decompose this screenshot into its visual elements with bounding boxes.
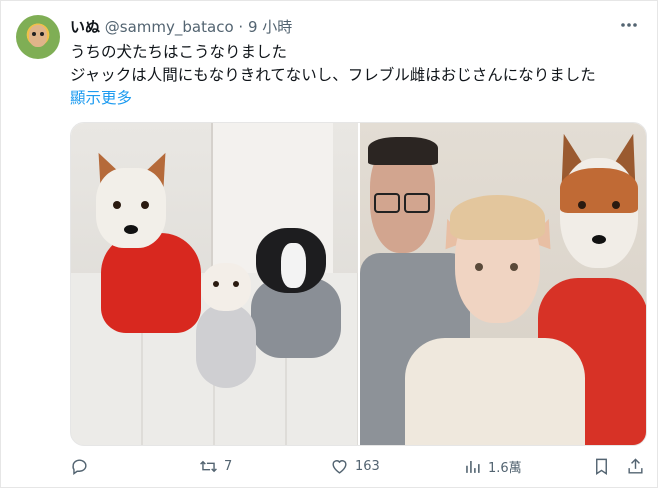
dog-nose — [124, 225, 138, 234]
like-icon — [332, 460, 347, 474]
dog-eye — [578, 201, 586, 209]
reply-icon — [72, 459, 87, 476]
share-button[interactable] — [626, 457, 645, 476]
avatar-eye — [32, 32, 36, 36]
chihuahua-head — [201, 263, 251, 311]
display-name[interactable]: いぬ — [70, 18, 100, 36]
tweet-card[interactable]: いぬ @sammy_bataco · 9 小時 うちの犬たちはこうなりました ジ… — [0, 0, 658, 488]
photo-humanized[interactable] — [360, 123, 646, 445]
retweet-count: 7 — [224, 459, 233, 474]
bookmark-button[interactable] — [592, 457, 611, 476]
tweet-text-line: うちの犬たちはこうなりました — [70, 43, 288, 61]
separator: · — [238, 18, 244, 36]
share-icon — [628, 458, 643, 474]
glasses — [374, 193, 400, 213]
girl-dress — [405, 338, 585, 445]
tweet-media[interactable] — [70, 122, 647, 446]
dog-eye — [612, 201, 620, 209]
views-button[interactable]: 1.6萬 — [463, 457, 522, 476]
action-bar: 7 163 1.6萬 — [70, 457, 647, 481]
chihuahua-outfit — [196, 303, 256, 388]
tweet-text-line: ジャックは人間にもなりきれてないし、フレブル雌はおじさんになりました — [70, 66, 596, 84]
dog-eye — [113, 201, 121, 209]
views-count: 1.6萬 — [488, 461, 522, 476]
avatar-eye — [40, 32, 44, 36]
glasses — [404, 193, 430, 213]
like-count: 163 — [355, 459, 380, 474]
more-icon[interactable] — [619, 15, 639, 40]
girl-hair — [450, 195, 545, 240]
handle[interactable]: @sammy_bataco — [105, 18, 234, 36]
avatar-face — [29, 25, 47, 47]
photo-dogs[interactable] — [71, 123, 358, 445]
dog-eye — [141, 201, 149, 209]
retweet-button[interactable]: 7 — [199, 457, 232, 476]
dog-markings — [560, 168, 638, 213]
girl-eye — [510, 263, 518, 271]
timestamp[interactable]: 9 小時 — [248, 18, 292, 36]
dog-nose — [592, 235, 606, 244]
reply-button[interactable] — [70, 457, 95, 476]
views-icon — [466, 460, 480, 473]
french-bulldog-face — [281, 243, 306, 288]
girl-eye — [475, 263, 483, 271]
like-button[interactable]: 163 — [330, 457, 380, 476]
jack-russell-sweater — [101, 233, 201, 333]
dog-eye — [233, 281, 239, 287]
tweet-header: いぬ @sammy_bataco · 9 小時 — [70, 16, 292, 37]
avatar[interactable] — [16, 15, 60, 59]
dog-eye — [213, 281, 219, 287]
man-hair — [368, 137, 438, 165]
jack-russell-head — [96, 168, 166, 248]
bookmark-icon — [596, 458, 607, 475]
show-more-link[interactable]: 顯示更多 — [70, 87, 132, 109]
retweet-icon — [200, 460, 217, 473]
